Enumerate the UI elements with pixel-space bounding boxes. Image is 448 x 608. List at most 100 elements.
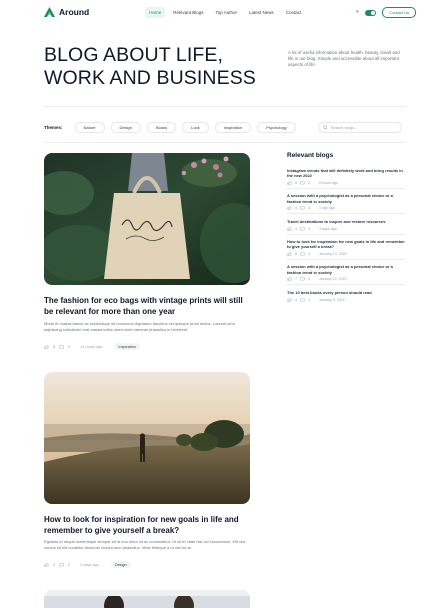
comments-count: 2 <box>308 180 310 185</box>
article-tag[interactable]: Design <box>110 561 131 568</box>
theme-toggle[interactable] <box>365 9 377 16</box>
article-excerpt: Egestas in neque scelerisque semper sit … <box>44 539 246 550</box>
sidebar-title: Relevant blogs <box>287 152 334 159</box>
header-actions: ☀ Contact Us <box>355 7 416 18</box>
like-icon[interactable] <box>287 277 292 282</box>
page-title-line-2: WORK AND BUSINESS <box>44 67 256 89</box>
logo[interactable]: Around <box>44 7 89 17</box>
comments-count: 4 <box>308 206 310 211</box>
comment-icon[interactable] <box>300 226 305 231</box>
divider <box>44 142 406 143</box>
search-input[interactable] <box>330 125 397 130</box>
article-likes: 0 <box>53 562 56 567</box>
search-icon <box>323 125 328 130</box>
divider <box>44 106 406 107</box>
relevant-blog-meta: 5 2 8 hours ago <box>287 180 405 185</box>
like-icon[interactable] <box>287 297 292 302</box>
comments-count: 4 <box>308 297 310 302</box>
post-date: January 12, 2022 <box>319 277 347 282</box>
relevant-blog-title[interactable]: The 10 best books every person should re… <box>287 290 405 295</box>
themes-filter: Themes: Nature Design Books Look Inspira… <box>44 122 296 133</box>
like-icon[interactable] <box>287 251 292 256</box>
comment-icon[interactable] <box>300 277 305 282</box>
relevant-blog-item[interactable]: Instagram trends that will definitely wo… <box>287 168 405 189</box>
relevant-blog-meta: 4 4 1 day ago <box>287 206 405 211</box>
relevant-blog-title[interactable]: Instagram trends that will definitely wo… <box>287 168 405 178</box>
likes-count: 4 <box>295 297 297 302</box>
article-image-sunset[interactable] <box>44 372 250 504</box>
article-meta: 0 0 2 days ago Design <box>44 561 131 568</box>
article-time: 2 days ago <box>80 562 99 567</box>
relevant-blog-meta: 4 4 January 9, 2022 <box>287 297 405 302</box>
post-date: 3 days ago <box>319 226 337 231</box>
relevant-blog-item[interactable]: A session with a psychologist as a perso… <box>287 264 405 286</box>
theme-chip-look[interactable]: Look <box>182 122 209 133</box>
comment-icon[interactable] <box>59 344 64 349</box>
post-date: 8 hours ago <box>319 180 338 185</box>
main-nav: Home Relevant Blogs Top Author Latest Ne… <box>145 6 306 18</box>
like-icon[interactable] <box>287 226 292 231</box>
theme-chip-inspiration[interactable]: Inspiration <box>214 122 252 133</box>
like-icon[interactable] <box>287 206 292 211</box>
article-tag[interactable]: Inspiration <box>114 343 140 350</box>
relevant-blog-title[interactable]: How to look for inspiration for new goal… <box>287 239 405 249</box>
people-photo <box>44 590 250 608</box>
like-icon[interactable] <box>44 344 49 349</box>
site-header: Around Home Relevant Blogs Top Author La… <box>0 0 448 24</box>
comment-icon[interactable] <box>300 206 305 211</box>
comments-count: 5 <box>308 226 310 231</box>
relevant-blog-meta: 4 5 3 days ago <box>287 226 405 231</box>
article-comments: 0 <box>68 562 71 567</box>
relevant-blog-meta: 7 4 January 12, 2022 <box>287 277 405 282</box>
hero-description: A lot of useful information about health… <box>288 50 400 67</box>
nav-item-latest-news[interactable]: Latest News <box>245 7 278 18</box>
article-image-tote-bag[interactable] <box>44 153 250 285</box>
likes-count: 4 <box>295 206 297 211</box>
themes-label: Themes: <box>44 125 63 130</box>
post-date: January 13, 2022 <box>319 251 347 256</box>
page-title-line-1: BLOG ABOUT LIFE, <box>44 44 223 66</box>
comment-icon[interactable] <box>59 562 64 567</box>
post-date: 1 day ago <box>319 206 335 211</box>
likes-count: 8 <box>295 251 297 256</box>
nav-item-top-author[interactable]: Top Author <box>212 7 242 18</box>
like-icon[interactable] <box>287 180 292 185</box>
sun-icon: ☀ <box>355 9 360 15</box>
article-meta: 8 0 12 hours ago Inspiration <box>44 343 140 350</box>
theme-chip-psychology[interactable]: Psychology <box>257 122 296 133</box>
article-likes: 8 <box>53 344 56 349</box>
contact-us-button[interactable]: Contact Us <box>382 7 416 18</box>
likes-count: 7 <box>295 277 297 282</box>
sunset-hill-photo <box>44 372 250 504</box>
likes-count: 5 <box>295 180 297 185</box>
relevant-blogs-sidebar: Relevant blogs Instagram trends that wil… <box>287 152 405 309</box>
relevant-blog-item[interactable]: A session with a psychologist as a perso… <box>287 193 405 215</box>
theme-chip-nature[interactable]: Nature <box>74 122 105 133</box>
post-date: January 9, 2022 <box>319 297 345 302</box>
relevant-blog-title[interactable]: A session with a psychologist as a perso… <box>287 193 405 203</box>
relevant-blog-item[interactable]: The 10 best books every person should re… <box>287 290 405 305</box>
brand-name: Around <box>59 7 90 17</box>
theme-chip-design[interactable]: Design <box>110 122 141 133</box>
article-title[interactable]: The fashion for eco bags with vintage pr… <box>44 296 250 317</box>
relevant-blog-title[interactable]: Travel destinations to inspire and resto… <box>287 219 405 224</box>
search-box[interactable] <box>318 122 402 133</box>
relevant-blog-item[interactable]: Travel destinations to inspire and resto… <box>287 219 405 235</box>
comments-count: 4 <box>308 277 310 282</box>
article-title[interactable]: How to look for inspiration for new goal… <box>44 515 250 536</box>
nav-item-contact[interactable]: Contact <box>282 7 306 18</box>
relevant-blog-title[interactable]: A session with a psychologist as a perso… <box>287 264 405 274</box>
logo-icon <box>44 7 55 17</box>
relevant-blog-item[interactable]: How to look for inspiration for new goal… <box>287 239 405 260</box>
nav-item-home[interactable]: Home <box>145 6 166 18</box>
tote-bag-photo <box>44 153 250 285</box>
comment-icon[interactable] <box>300 181 305 185</box>
comment-icon[interactable] <box>300 297 305 302</box>
theme-chip-books[interactable]: Books <box>146 122 177 133</box>
comment-icon[interactable] <box>300 252 305 256</box>
article-comments: 0 <box>68 344 71 349</box>
nav-item-relevant-blogs[interactable]: Relevant Blogs <box>169 7 207 18</box>
page-title: BLOG ABOUT LIFE, WORK AND BUSINESS <box>44 44 274 90</box>
article-image-partial[interactable] <box>44 590 250 608</box>
like-icon[interactable] <box>44 562 49 567</box>
